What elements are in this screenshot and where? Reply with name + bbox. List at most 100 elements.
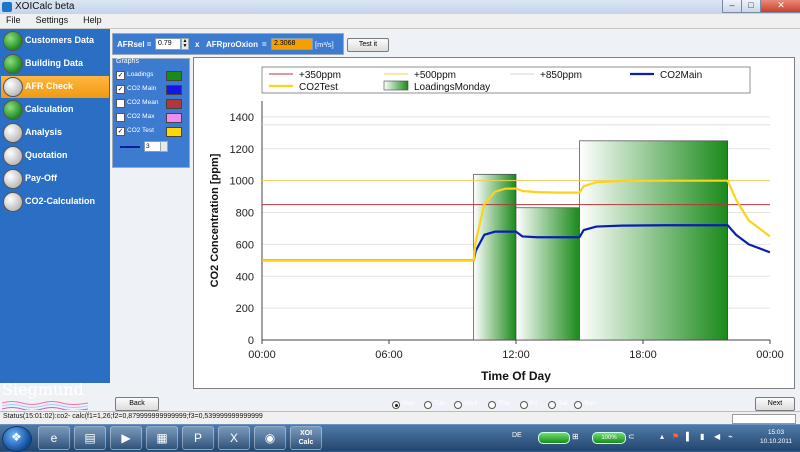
start-button[interactable] [2, 426, 32, 452]
checkbox[interactable] [116, 99, 125, 108]
y-tick-label: 400 [236, 271, 254, 283]
test-it-button[interactable]: Test it [347, 38, 389, 52]
alert-icon[interactable]: ⚑ [672, 432, 679, 441]
nav-co2-calculation[interactable]: CO2-Calculation [1, 191, 109, 213]
close-button[interactable]: ✕ [760, 0, 800, 13]
window-title: XOICalc beta [15, 1, 75, 12]
y-tick-label: 600 [236, 239, 254, 251]
legend-label: +850ppm [540, 70, 582, 81]
nav-afr-check[interactable]: AFR Check [1, 76, 109, 98]
line-width-spinner[interactable] [160, 141, 168, 152]
x-axis-label: Time Of Day [481, 369, 551, 383]
day-label: Thu [498, 400, 510, 407]
color-swatch[interactable] [166, 71, 182, 81]
y-tick-label: 200 [236, 303, 254, 315]
color-swatch[interactable] [166, 127, 182, 137]
nav-label: CO2-Calculation [25, 196, 96, 206]
day-label: Sun [584, 400, 596, 407]
checkbox[interactable]: ✓ [116, 85, 125, 94]
radio-icon[interactable] [574, 401, 582, 409]
line-width-input[interactable]: 3 [144, 141, 161, 152]
logo-wave-icon [2, 401, 88, 410]
color-swatch[interactable] [166, 85, 182, 95]
excel-icon[interactable]: X [218, 426, 250, 450]
nav-label: Pay-Off [25, 173, 58, 183]
nav-label: Calculation [25, 104, 74, 114]
legend-label: CO2Test [299, 82, 338, 93]
status-grey-icon [3, 123, 23, 143]
nav-label: Quotation [25, 150, 68, 160]
afr-prooxion-label: AFRproOxion [206, 40, 258, 49]
tray-arrow-icon[interactable]: ▴ [660, 432, 664, 441]
graph-toggle-label: CO2 Mean [127, 99, 159, 106]
flag-icon[interactable]: ▌ [686, 432, 692, 441]
volume-icon[interactable]: ◀ [714, 432, 720, 441]
radio-icon[interactable] [488, 401, 496, 409]
clock[interactable]: 15:03 10.10.2011 [757, 428, 795, 446]
clock-time: 15:03 [767, 429, 785, 436]
checkbox[interactable]: ✓ [116, 127, 125, 136]
nav-calculation[interactable]: Calculation [1, 99, 109, 121]
menu-file[interactable]: File [0, 14, 27, 26]
graph-toggle-co2-main[interactable]: ✓ CO2 Main [116, 84, 188, 95]
afr-sel-label: AFRsel = [117, 40, 152, 49]
nav-label: Analysis [25, 127, 63, 137]
nav-customers-data[interactable]: Customers Data [1, 30, 109, 52]
folder-icon[interactable]: ▤ [74, 426, 106, 450]
graph-toggle-co2-max[interactable]: CO2 Max [116, 112, 188, 123]
legend-label: LoadingsMonday [414, 82, 490, 93]
signal-icon[interactable]: ▮ [700, 432, 704, 441]
title-bar: XOICalc beta – □ ✕ [0, 0, 800, 15]
day-label: Mon [402, 400, 415, 407]
radio-icon[interactable] [424, 401, 432, 409]
checkbox[interactable]: ✓ [116, 71, 125, 80]
day-label: Tue [434, 400, 445, 407]
progress-bar [732, 414, 796, 424]
graph-toggle-co2-test[interactable]: ✓ CO2 Test [116, 126, 188, 137]
afr-unit: [m³/s] [315, 40, 334, 49]
nav-building-data[interactable]: Building Data [1, 53, 109, 75]
checkbox[interactable] [116, 113, 125, 122]
afr-sel-spinner[interactable]: ▲ ▼ [181, 38, 189, 50]
graph-toggle-label: Loadings [127, 71, 154, 78]
radio-icon[interactable] [520, 401, 528, 409]
company-logo: Siegmund [2, 380, 84, 399]
calculator-icon[interactable]: ▦ [146, 426, 178, 450]
maximize-button[interactable]: □ [741, 0, 761, 13]
firefox-icon[interactable]: ◉ [254, 426, 286, 450]
menu-settings[interactable]: Settings [30, 14, 75, 26]
afr-sel-input[interactable]: 0.79 [155, 38, 181, 50]
status-green-icon [3, 31, 23, 51]
network-icon[interactable]: ⊞ [572, 432, 579, 441]
menu-help[interactable]: Help [77, 14, 108, 26]
legend-label: +500ppm [414, 70, 456, 81]
powerpoint-icon[interactable]: P [182, 426, 214, 450]
charger-icon[interactable]: ⊂ [628, 432, 635, 441]
battery-icon[interactable] [538, 432, 570, 444]
menu-bar: File Settings Help [0, 14, 800, 29]
power-icon[interactable]: ⌁ [728, 432, 733, 441]
nav-quotation[interactable]: Quotation [1, 145, 109, 167]
taskbar-xoicalc-button[interactable]: XOI Calc [290, 426, 322, 450]
radio-icon[interactable] [454, 401, 462, 409]
graph-toggle-co2-mean[interactable]: CO2 Mean [116, 98, 188, 109]
nav-label: Customers Data [25, 35, 95, 45]
nav-analysis[interactable]: Analysis [1, 122, 109, 144]
language-indicator[interactable]: DE [512, 432, 522, 439]
explorer-icon[interactable]: e [38, 426, 70, 450]
x-tick-label: 18:00 [629, 349, 657, 361]
color-swatch[interactable] [166, 113, 182, 123]
next-button[interactable]: Next [755, 397, 795, 411]
graphs-title: Graphs [116, 58, 139, 65]
back-button[interactable]: Back [115, 397, 159, 411]
status-green-icon [3, 54, 23, 74]
nav-pay-off[interactable]: Pay-Off [1, 168, 109, 190]
media-player-icon[interactable]: ▶ [110, 426, 142, 450]
battery-percent[interactable]: 100% [592, 432, 626, 444]
nav-label: AFR Check [25, 81, 74, 91]
radio-icon[interactable] [548, 401, 556, 409]
graph-toggle-loadings[interactable]: ✓ Loadings [116, 70, 188, 81]
color-swatch[interactable] [166, 99, 182, 109]
radio-icon[interactable] [392, 401, 400, 409]
minimize-button[interactable]: – [722, 0, 742, 13]
